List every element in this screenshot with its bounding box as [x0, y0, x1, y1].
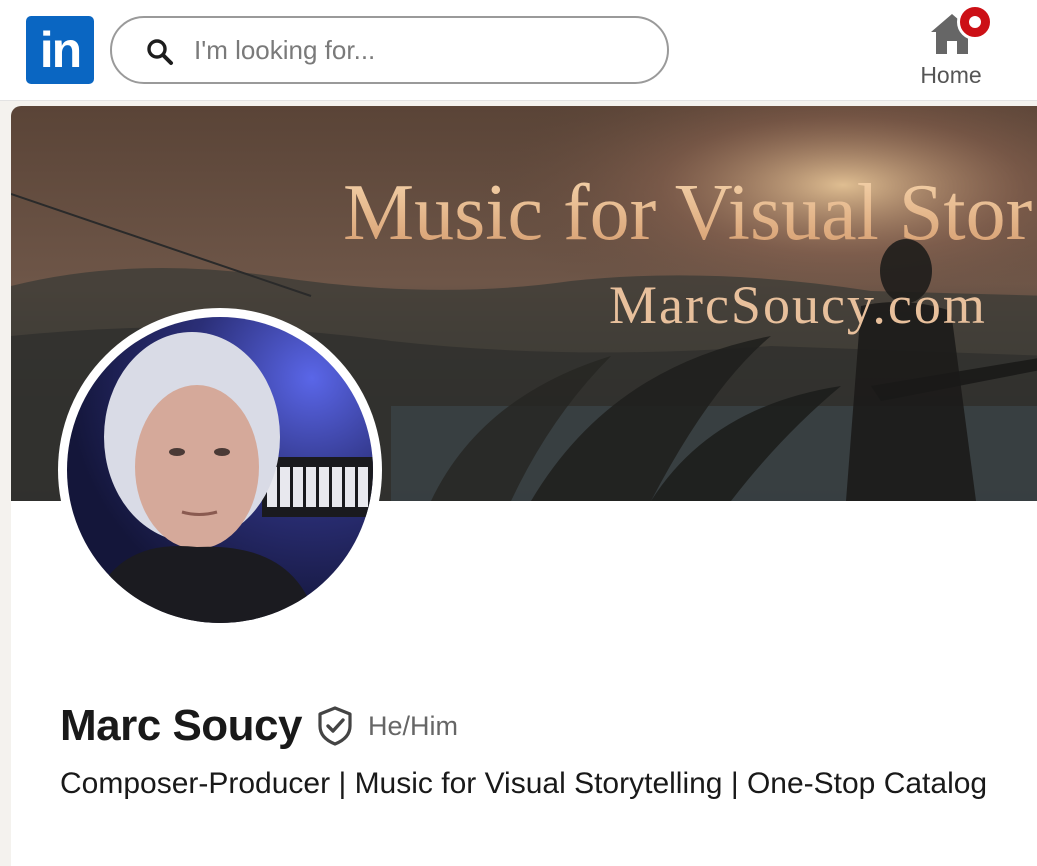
verified-shield-icon[interactable] — [316, 706, 354, 746]
notification-badge — [957, 4, 993, 40]
banner-website: MarcSoucy.com — [609, 275, 987, 335]
profile-photo[interactable] — [58, 308, 382, 632]
top-navigation: in Home — [0, 0, 1037, 101]
linkedin-logo[interactable]: in — [26, 16, 94, 84]
profile-name: Marc Soucy — [60, 701, 302, 750]
notification-dot — [969, 16, 981, 28]
nav-home-label: Home — [920, 62, 982, 88]
profile-card: Music for Visual Stor MarcSoucy.com Marc… — [11, 106, 1037, 866]
banner-title: Music for Visual Stor — [343, 169, 1032, 257]
profile-headline: Composer-Producer | Music for Visual Sto… — [60, 767, 988, 800]
name-row: Marc Soucy He/Him — [60, 696, 458, 756]
profile-photo-image — [67, 317, 373, 623]
search-input[interactable] — [192, 28, 642, 72]
search-bar[interactable] — [110, 16, 669, 84]
profile-pronouns: He/Him — [367, 710, 458, 741]
nav-home[interactable]: Home — [905, 4, 1001, 96]
search-icon — [147, 39, 173, 65]
